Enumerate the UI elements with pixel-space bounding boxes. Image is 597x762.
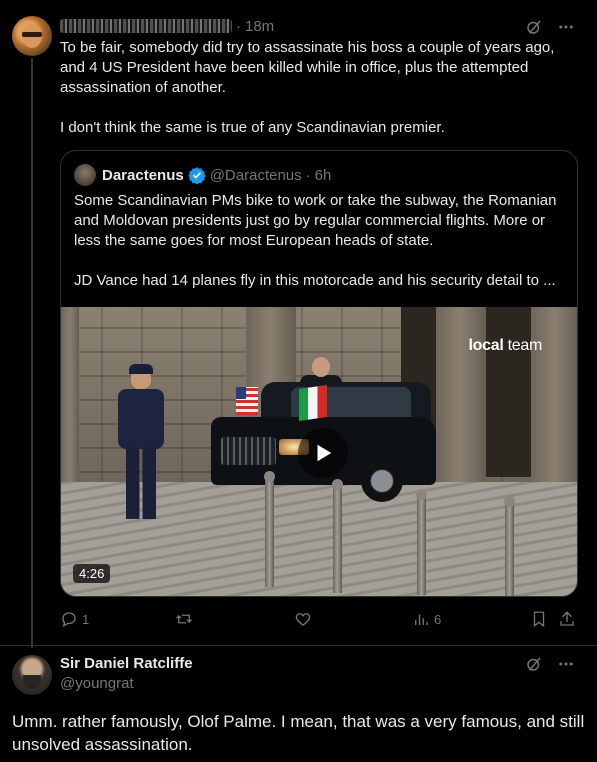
avatar[interactable] — [12, 655, 52, 695]
author-name[interactable]: Sir Daniel Ratcliffe — [60, 654, 193, 674]
grok-icon[interactable] — [525, 18, 543, 36]
video-player[interactable]: local team 4:26 — [61, 307, 577, 596]
share-button[interactable] — [558, 610, 576, 628]
post-divider — [0, 645, 597, 646]
video-watermark: local team — [468, 337, 543, 354]
quoted-author-name[interactable]: Daractenus — [102, 167, 184, 184]
like-icon — [295, 613, 311, 626]
post-header: · 18m — [60, 16, 274, 36]
thread-connector-line — [31, 58, 33, 648]
post-paragraph: I don't think the same is true of any Sc… — [60, 119, 445, 136]
quoted-post-body: Some Scandinavian PMs bike to work or ta… — [74, 191, 569, 311]
reply-icon — [62, 612, 76, 628]
post-paragraph: To be fair, somebody did try to assassin… — [60, 39, 559, 96]
quoted-author-handle[interactable]: @Daractenus — [210, 167, 302, 184]
like-button[interactable] — [294, 610, 316, 628]
post-header: Sir Daniel Ratcliffe @youngrat — [60, 654, 193, 694]
bookmark-icon — [533, 611, 545, 628]
views-button[interactable]: 6 — [412, 610, 441, 628]
quoted-timestamp[interactable]: 6h — [315, 167, 332, 184]
more-icon[interactable] — [557, 18, 575, 36]
post-body: To be fair, somebody did try to assassin… — [60, 38, 580, 158]
post-top-actions — [525, 655, 575, 673]
reply-button[interactable]: 1 — [60, 610, 89, 628]
post-body: Umm. rather famously, Olof Palme. I mean… — [12, 712, 585, 754]
post-action-bar: 1 6 — [60, 610, 578, 630]
post-timestamp[interactable]: 18m — [245, 18, 274, 35]
post-top-actions — [525, 18, 575, 36]
reply-count: 1 — [82, 611, 90, 627]
grok-icon[interactable] — [525, 655, 543, 673]
video-duration: 4:26 — [73, 564, 111, 583]
quoted-paragraph: Some Scandinavian PMs bike to work or ta… — [74, 192, 557, 249]
views-count: 6 — [434, 611, 442, 627]
quoted-paragraph: JD Vance had 14 planes fly in this motor… — [74, 272, 556, 289]
quoted-post[interactable]: Daractenus @Daractenus · 6h Some Scandin… — [60, 150, 578, 597]
quoted-avatar[interactable] — [74, 164, 96, 186]
avatar[interactable] — [12, 16, 52, 56]
share-icon — [560, 611, 574, 626]
verified-badge-icon — [188, 166, 206, 184]
views-icon — [415, 614, 428, 625]
redacted-username[interactable] — [60, 19, 232, 33]
bookmark-button[interactable] — [530, 610, 548, 628]
separator: · — [236, 17, 241, 35]
retweet-icon — [176, 614, 192, 624]
retweet-button[interactable] — [175, 610, 197, 628]
play-icon[interactable] — [298, 428, 348, 478]
separator: · — [305, 166, 311, 184]
quoted-post-header: Daractenus @Daractenus · 6h — [74, 163, 331, 187]
author-handle[interactable]: @youngrat — [60, 674, 193, 694]
more-icon[interactable] — [557, 655, 575, 673]
